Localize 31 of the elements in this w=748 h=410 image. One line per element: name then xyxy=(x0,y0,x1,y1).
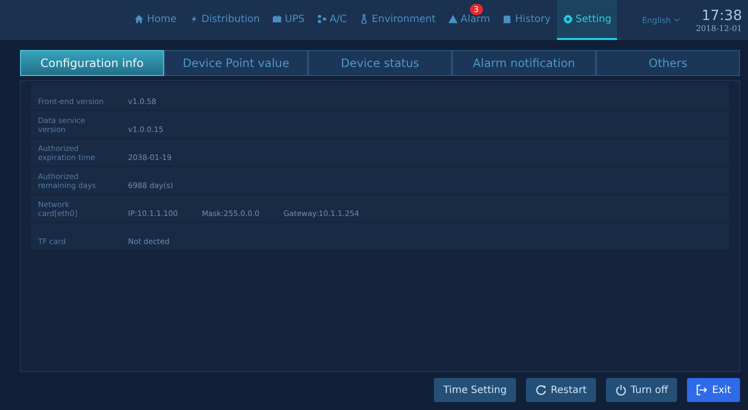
restart-button[interactable]: Restart xyxy=(526,378,596,402)
nav-tab[interactable]: Home xyxy=(128,0,183,40)
thermometer-icon xyxy=(358,14,369,24)
clock-date: 2018-12-01 xyxy=(696,24,742,32)
tab[interactable]: Device Point value xyxy=(164,50,308,76)
tab[interactable]: Others xyxy=(596,50,740,76)
nav-tab[interactable]: Setting xyxy=(556,0,618,40)
nav-tab[interactable]: A/C xyxy=(310,0,353,40)
nav-tab[interactable]: History xyxy=(496,0,557,40)
gear-icon xyxy=(562,14,573,24)
turn-off-button[interactable]: Turn off xyxy=(606,378,678,402)
time-setting-button[interactable]: Time Setting xyxy=(434,378,516,402)
nav-tab[interactable]: Environment xyxy=(352,0,442,40)
refresh-icon xyxy=(534,384,547,396)
language-dropdown[interactable]: English xyxy=(636,14,686,26)
warning-icon xyxy=(448,14,458,24)
alarm-count-badge: 3 xyxy=(470,4,483,15)
lightning-icon xyxy=(188,14,199,24)
exit-button[interactable]: Exit xyxy=(687,378,740,402)
chevron-down-icon xyxy=(674,18,680,22)
nav-tab[interactable]: UPS xyxy=(266,0,311,40)
battery-icon xyxy=(272,14,282,24)
exit-icon xyxy=(696,384,708,396)
tab[interactable]: Configuration info xyxy=(20,50,164,76)
nav-tab[interactable]: Alarm 3 xyxy=(442,0,496,40)
nav-tab[interactable]: Distribution xyxy=(182,0,266,40)
clock-time: 17:38 xyxy=(702,8,742,24)
tab[interactable]: Device status xyxy=(308,50,452,76)
power-icon xyxy=(614,384,627,396)
home-icon xyxy=(134,14,144,24)
tab[interactable]: Alarm notification xyxy=(452,50,596,76)
